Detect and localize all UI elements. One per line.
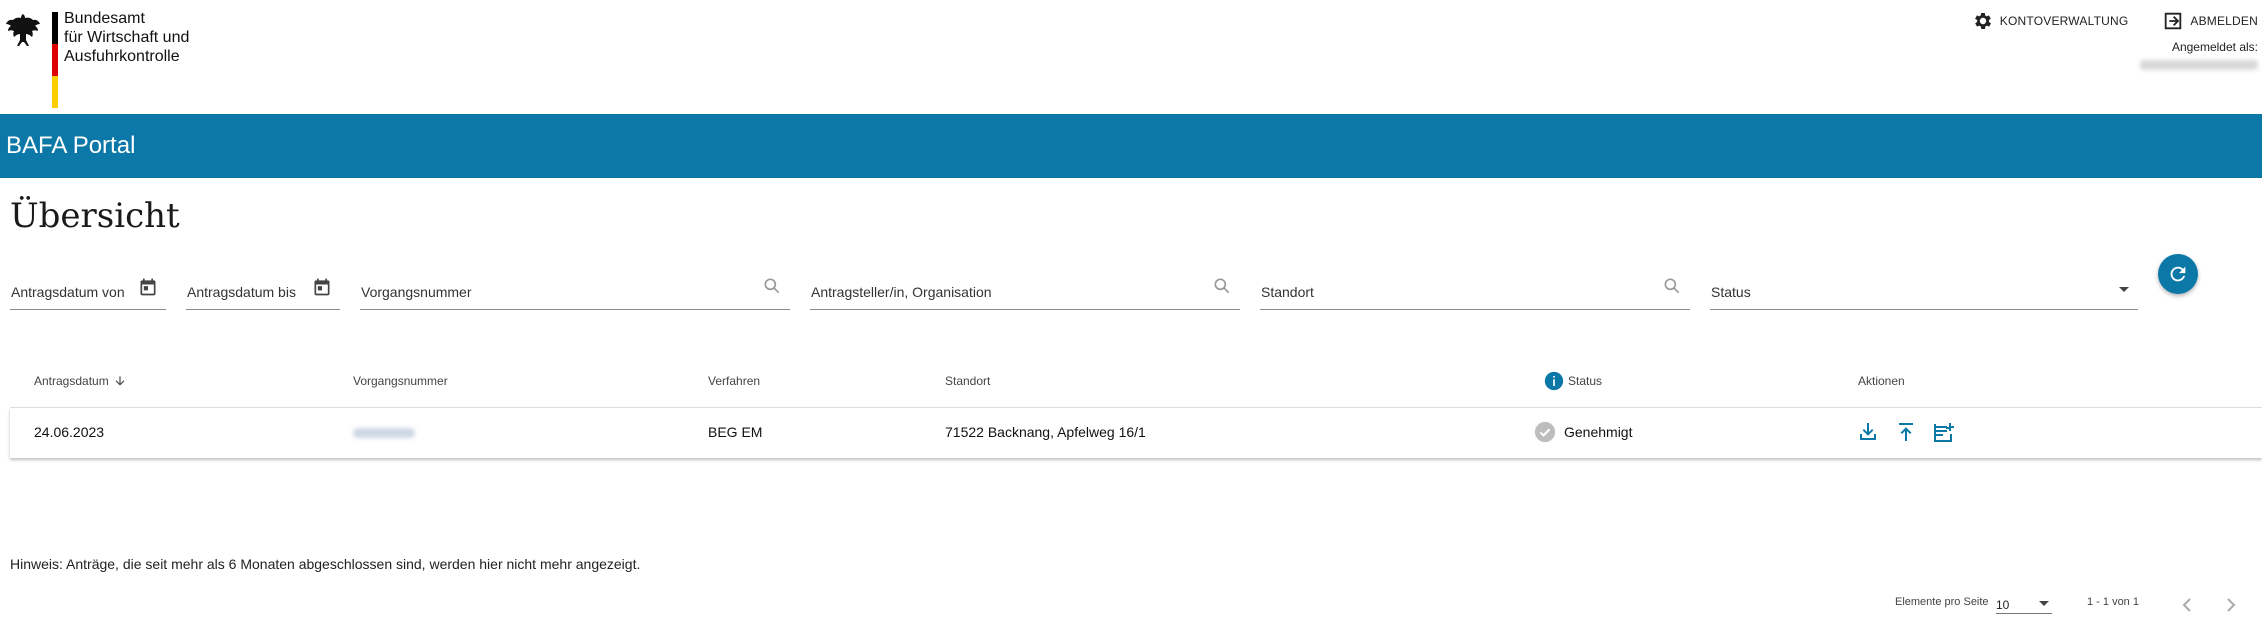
column-header-status: Status — [1544, 371, 1602, 391]
top-header: Bundesamt für Wirtschaft und Ausfuhrkont… — [0, 0, 2262, 114]
search-icon — [1664, 278, 1680, 294]
calendar-icon[interactable] — [138, 277, 158, 297]
german-flag-stripe — [52, 12, 58, 108]
portal-title: BAFA Portal — [6, 132, 136, 159]
table-row[interactable]: 24.06.2023 BEG EM 71522 Backnang, Apfelw… — [10, 408, 2262, 458]
table-header: Antragsdatum Vorgangsnummer Verfahren St… — [10, 360, 2262, 408]
date-to-label: Antragsdatum bis — [187, 284, 296, 300]
organization-name: Bundesamt für Wirtschaft und Ausfuhrkont… — [64, 9, 189, 66]
page-title: Übersicht — [10, 196, 180, 236]
column-header-procedure: Verfahren — [708, 374, 760, 388]
column-header-actions: Aktionen — [1858, 374, 1905, 388]
logged-in-label: Angemeldet als: — [2171, 40, 2258, 54]
pagination-range: 1 - 1 von 1 — [2087, 596, 2139, 608]
applicant-search[interactable]: Antragsteller/in, Organisation — [810, 264, 1240, 310]
items-per-page-select[interactable]: 10 — [1996, 594, 2052, 614]
info-icon[interactable] — [1544, 371, 1564, 391]
column-label: Standort — [945, 374, 991, 388]
column-label: Antragsdatum — [34, 374, 109, 388]
next-page-icon[interactable] — [2222, 596, 2238, 614]
cell-procedure: BEG EM — [708, 424, 763, 440]
logout-button[interactable]: ABMELDEN — [2162, 10, 2258, 32]
column-header-location: Standort — [945, 374, 990, 388]
previous-page-icon[interactable] — [2180, 596, 2196, 614]
search-icon — [1214, 278, 1230, 294]
logged-in-user-redacted — [2140, 60, 2258, 70]
date-from-field[interactable]: Antragsdatum von — [10, 264, 166, 310]
logout-label: ABMELDEN — [2190, 14, 2258, 28]
org-line: Bundesamt — [64, 10, 145, 27]
applicant-label: Antragsteller/in, Organisation — [811, 284, 992, 300]
items-per-page-value: 10 — [1996, 598, 2010, 612]
account-settings-label: KONTOVERWALTUNG — [1999, 14, 2129, 28]
check-circle-icon — [1534, 421, 1556, 443]
arrow-down-icon — [115, 376, 125, 386]
header-actions: KONTOVERWALTUNG ABMELDEN — [1972, 10, 2258, 32]
column-header-case-number: Vorgangsnummer — [353, 374, 448, 388]
add-note-icon[interactable] — [1932, 420, 1956, 444]
cell-status: Genehmigt — [1534, 421, 1632, 443]
download-icon[interactable] — [1856, 420, 1880, 444]
org-line: Ausfuhrkontrolle — [64, 48, 180, 65]
chevron-down-icon — [2119, 287, 2129, 292]
items-per-page-label: Elemente pro Seite — [1895, 596, 1989, 608]
column-label: Vorgangsnummer — [353, 374, 448, 388]
calendar-icon[interactable] — [312, 277, 332, 297]
date-from-label: Antragsdatum von — [11, 284, 125, 300]
column-label: Aktionen — [1858, 374, 1905, 388]
status-select-label: Status — [1711, 284, 1751, 300]
status-text: Genehmigt — [1564, 424, 1633, 440]
cell-date: 24.06.2023 — [34, 424, 105, 440]
account-settings-button[interactable]: KONTOVERWALTUNG — [1972, 10, 2129, 32]
location-label: Standort — [1261, 284, 1314, 300]
column-label: Status — [1568, 374, 1603, 388]
column-header-date[interactable]: Antragsdatum — [34, 374, 127, 388]
portal-banner: BAFA Portal — [0, 114, 2262, 178]
case-number-label: Vorgangsnummer — [361, 284, 472, 300]
case-number-search[interactable]: Vorgangsnummer — [360, 264, 790, 310]
upload-icon[interactable] — [1894, 420, 1918, 444]
date-to-field[interactable]: Antragsdatum bis — [186, 264, 340, 310]
eagle-icon — [6, 14, 40, 46]
logout-icon — [2165, 12, 2182, 30]
cell-actions — [1856, 420, 1956, 444]
cell-case-number-redacted — [353, 428, 415, 438]
chevron-down-icon — [2039, 601, 2049, 606]
gear-icon — [1974, 13, 1991, 29]
org-line: für Wirtschaft und — [64, 29, 190, 46]
cell-location: 71522 Backnang, Apfelweg 16/1 — [945, 424, 1146, 440]
info-hint: Hinweis: Anträge, die seit mehr als 6 Mo… — [10, 556, 641, 572]
status-select[interactable]: Status — [1710, 264, 2138, 310]
column-label: Verfahren — [708, 374, 761, 388]
search-icon — [764, 278, 780, 294]
refresh-button[interactable] — [2158, 254, 2198, 294]
location-search[interactable]: Standort — [1260, 264, 1690, 310]
bafa-logo[interactable]: Bundesamt für Wirtschaft und Ausfuhrkont… — [4, 8, 224, 108]
refresh-icon — [2170, 266, 2186, 282]
